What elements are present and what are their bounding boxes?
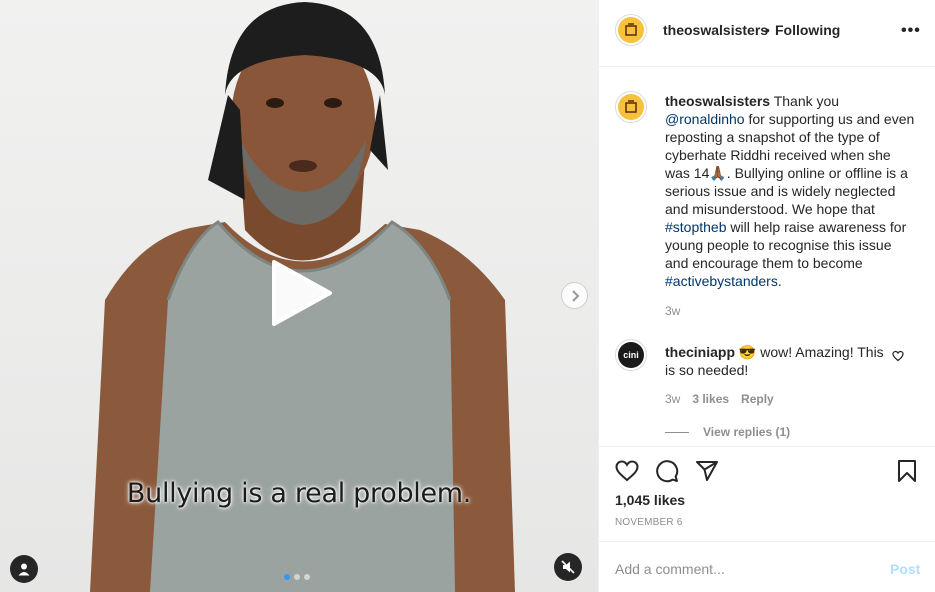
heart-icon[interactable] [892, 350, 904, 362]
video-subtitle: Bullying is a real problem. [126, 478, 472, 509]
header-username[interactable]: theoswalsisters [663, 22, 768, 38]
comment-icon[interactable] [655, 459, 679, 483]
add-comment-bar: Add a comment... Post [599, 541, 935, 592]
heart-icon[interactable] [615, 459, 639, 483]
hashtag-link[interactable]: #activebystanders [665, 273, 778, 289]
comment-username[interactable]: theciniapp [665, 344, 735, 360]
post-media[interactable]: Bullying is a real problem. [0, 0, 598, 592]
hashtag-link[interactable]: #stoptheb [665, 219, 727, 235]
mention-link[interactable]: @ronaldinho [665, 111, 745, 127]
comment-likes[interactable]: 3 likes [692, 392, 729, 406]
likes-count[interactable]: 1,045 likes [615, 492, 685, 508]
comment-timestamp[interactable]: 3w [665, 392, 680, 406]
caption-username[interactable]: theoswalsisters [665, 93, 770, 109]
play-icon[interactable] [266, 258, 336, 328]
action-bar [599, 448, 935, 492]
comments-section: theoswalsisters Thank you @ronaldinho fo… [599, 67, 935, 447]
follow-status-button[interactable]: Following [775, 22, 840, 38]
post-comment-button[interactable]: Post [890, 561, 920, 577]
post-side-panel: theoswalsisters • Following ••• theoswal… [598, 0, 935, 592]
user-tag-icon[interactable] [10, 555, 38, 583]
view-replies-button[interactable]: View replies (1) [665, 425, 790, 439]
post-date[interactable]: NOVEMBER 6 [615, 517, 683, 528]
avatar[interactable]: cini [615, 339, 647, 371]
carousel-dot [284, 574, 290, 580]
avatar[interactable] [615, 91, 647, 123]
share-icon[interactable] [695, 459, 719, 483]
bookmark-icon[interactable] [895, 459, 919, 483]
post-header: theoswalsisters • Following ••• [599, 0, 935, 67]
caption-text: theoswalsisters Thank you @ronaldinho fo… [665, 92, 915, 290]
caption-timestamp[interactable]: 3w [665, 304, 680, 318]
caption-text-part: . [777, 273, 782, 289]
avatar[interactable] [615, 14, 647, 46]
carousel-dot [294, 574, 300, 580]
comment-text: theciniapp 😎 wow! Amazing! This is so ne… [665, 343, 885, 379]
muted-speaker-icon[interactable] [554, 553, 582, 581]
divider [665, 431, 689, 433]
comment-input[interactable]: Add a comment... [615, 561, 725, 577]
reply-button[interactable]: Reply [741, 392, 774, 406]
caption-text-part: Thank you [770, 93, 840, 109]
chevron-right-icon[interactable] [561, 282, 588, 309]
carousel-indicator [284, 574, 310, 580]
comment-meta: 3w 3 likes Reply [665, 392, 774, 406]
header-separator: • [765, 22, 770, 38]
view-replies-label[interactable]: View replies (1) [703, 425, 790, 439]
avatar-label: cini [618, 342, 644, 368]
more-options-icon[interactable]: ••• [901, 22, 921, 40]
carousel-dot [304, 574, 310, 580]
